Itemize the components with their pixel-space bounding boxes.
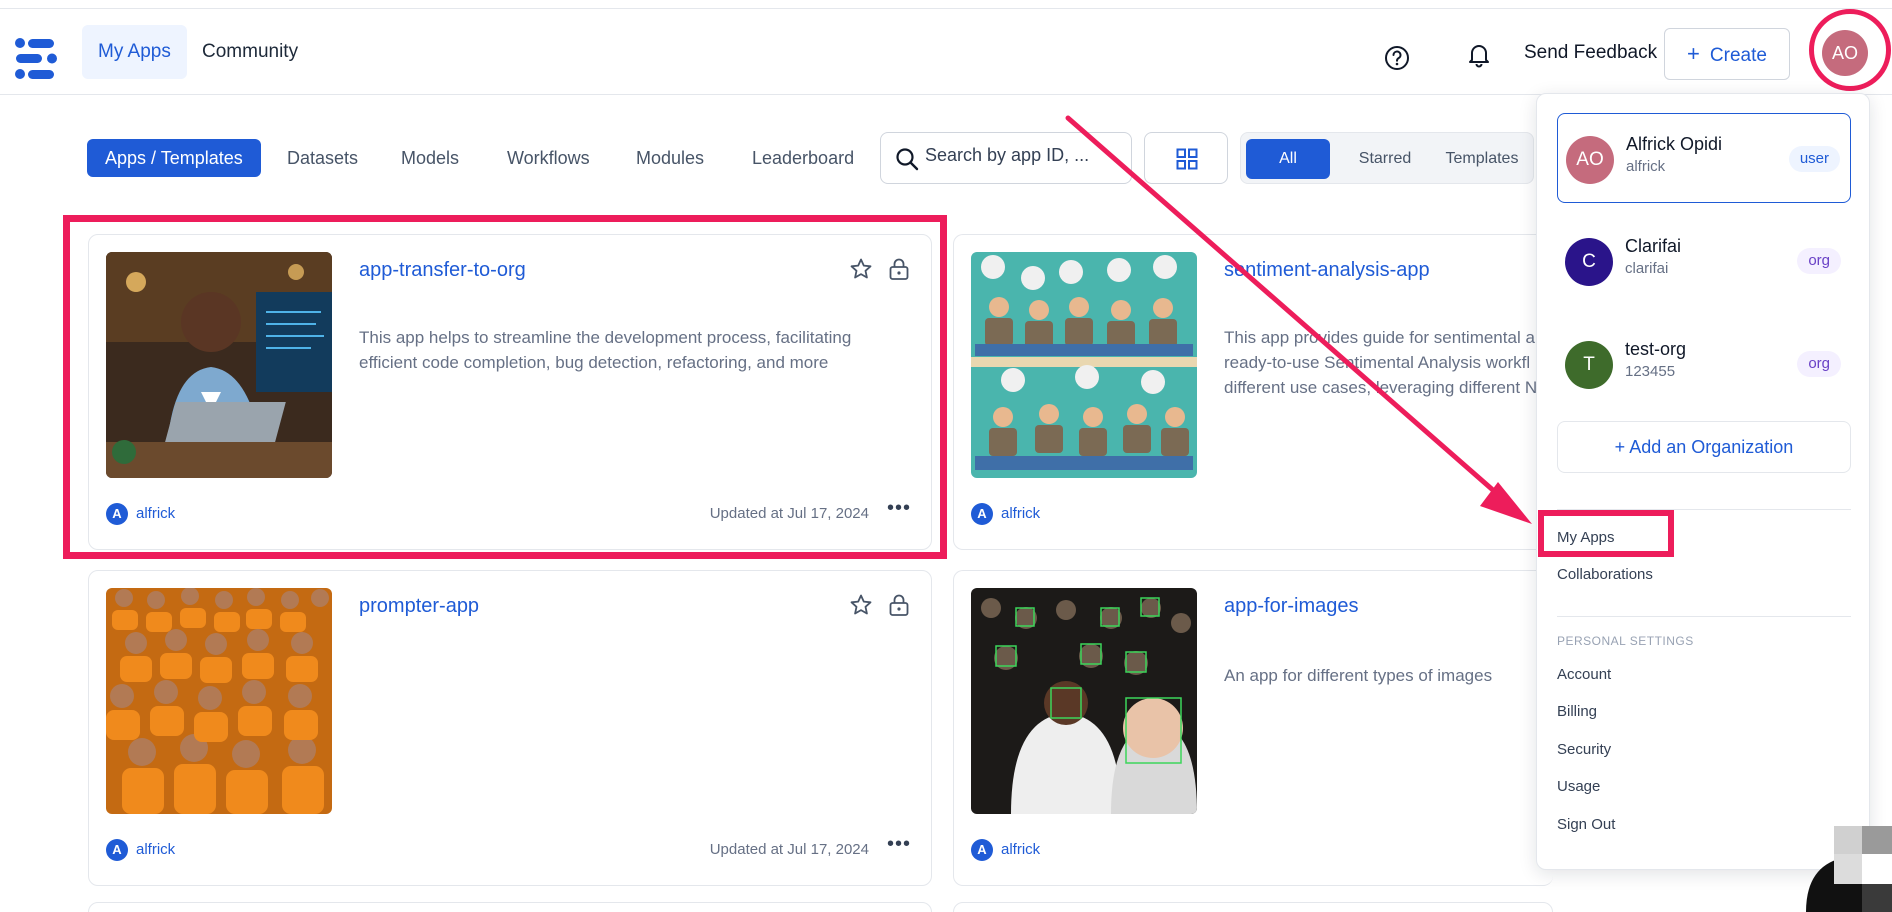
app-title[interactable]: sentiment-analysis-app	[1224, 259, 1430, 282]
app-card[interactable]: sentiment-analysis-app This app provides…	[953, 234, 1553, 550]
role-badge: org	[1797, 351, 1841, 377]
owner-avatar: A	[106, 839, 128, 861]
nav-tab-community[interactable]: Community	[186, 25, 314, 79]
send-feedback-link[interactable]: Send Feedback	[1524, 42, 1657, 64]
chat-widget-icon[interactable]	[1806, 826, 1892, 912]
app-description: This app provides guide for sentimental …	[1224, 328, 1538, 397]
app-owner[interactable]: Aalfrick	[106, 839, 175, 861]
tab-apps-templates[interactable]: Apps / Templates	[87, 139, 261, 177]
my-apps-highlight-box	[1538, 510, 1674, 557]
lock-icon[interactable]	[887, 593, 911, 617]
menu-item-collaborations[interactable]: Collaborations	[1557, 566, 1653, 583]
add-organization-button[interactable]: + Add an Organization	[1557, 421, 1851, 473]
menu-item-security[interactable]: Security	[1557, 741, 1611, 758]
account-username: alfrick	[1626, 158, 1666, 175]
menu-item-sign-out[interactable]: Sign Out	[1557, 816, 1615, 833]
top-navigation: My Apps Community Send Feedback + Create	[0, 8, 1892, 95]
account-dropdown-menu: AO Alfrick Opidi alfrick user C Clarifai…	[1536, 93, 1870, 870]
search-icon	[896, 148, 919, 171]
account-avatar: C	[1565, 238, 1613, 286]
app-description: An app for different types of images	[1224, 666, 1493, 685]
app-thumbnail	[971, 588, 1197, 814]
updated-date: Updated at Jul 17, 2024	[709, 841, 869, 858]
help-icon[interactable]	[1384, 45, 1410, 71]
account-avatar: T	[1565, 341, 1613, 389]
filter-templates[interactable]: Templates	[1437, 139, 1527, 179]
tab-datasets[interactable]: Datasets	[269, 139, 376, 177]
clarifai-logo-icon[interactable]	[14, 37, 60, 81]
star-icon[interactable]	[849, 593, 873, 617]
search-input[interactable]	[925, 145, 1125, 166]
tab-modules[interactable]: Modules	[618, 139, 722, 177]
personal-settings-heading: PERSONAL SETTINGS	[1557, 634, 1694, 648]
filter-starred[interactable]: Starred	[1343, 139, 1427, 179]
account-item-alfrick[interactable]: AO Alfrick Opidi alfrick user	[1557, 113, 1851, 203]
grid-icon	[1176, 148, 1198, 170]
menu-divider	[1557, 616, 1851, 617]
menu-item-billing[interactable]: Billing	[1557, 703, 1597, 720]
app-card[interactable]: app-for-images An app for different type…	[953, 570, 1553, 886]
account-name: test-org	[1625, 339, 1687, 359]
create-button[interactable]: + Create	[1664, 28, 1790, 80]
app-title[interactable]: app-for-images	[1224, 595, 1359, 618]
role-badge: org	[1797, 248, 1841, 274]
account-name: Alfrick Opidi	[1626, 134, 1723, 154]
app-owner[interactable]: Aalfrick	[971, 839, 1040, 861]
app-card[interactable]	[953, 902, 1553, 912]
account-name: Clarifai	[1625, 236, 1682, 256]
owner-name: alfrick	[136, 841, 176, 858]
app-thumbnail	[106, 588, 332, 814]
account-item-clarifai[interactable]: C Clarifai clarifai org	[1557, 216, 1851, 306]
filter-toggle-group: All Starred Templates	[1240, 132, 1534, 184]
app-card[interactable]	[88, 902, 932, 912]
plus-icon: +	[1687, 41, 1700, 66]
owner-avatar: A	[971, 839, 993, 861]
menu-item-usage[interactable]: Usage	[1557, 778, 1600, 795]
account-avatar: AO	[1566, 136, 1614, 184]
menu-item-account[interactable]: Account	[1557, 666, 1611, 683]
more-options-icon[interactable]: •••	[887, 833, 911, 856]
user-avatar[interactable]: AO	[1822, 30, 1868, 76]
app-card[interactable]: prompter-app Aalfrick Updated at Jul 17,…	[88, 570, 932, 886]
tab-models[interactable]: Models	[383, 139, 477, 177]
create-label: Create	[1709, 45, 1767, 66]
card-highlight-box	[63, 215, 947, 559]
tab-workflows[interactable]: Workflows	[489, 139, 608, 177]
grid-view-button[interactable]	[1144, 132, 1228, 184]
owner-name: alfrick	[1001, 841, 1041, 858]
account-username: clarifai	[1625, 260, 1669, 277]
account-username: 123455	[1625, 363, 1676, 380]
tab-leaderboard[interactable]: Leaderboard	[734, 139, 872, 177]
app-thumbnail	[971, 252, 1197, 478]
owner-avatar: A	[971, 503, 993, 525]
role-badge: user	[1788, 146, 1840, 172]
bell-icon[interactable]	[1466, 42, 1492, 68]
filter-all[interactable]: All	[1246, 139, 1330, 179]
app-owner[interactable]: Aalfrick	[971, 503, 1040, 525]
search-box	[880, 132, 1132, 184]
owner-name: alfrick	[1001, 505, 1041, 522]
nav-tab-my-apps[interactable]: My Apps	[82, 25, 187, 79]
account-item-test-org[interactable]: T test-org 123455 org	[1557, 319, 1851, 409]
app-title[interactable]: prompter-app	[359, 595, 479, 618]
